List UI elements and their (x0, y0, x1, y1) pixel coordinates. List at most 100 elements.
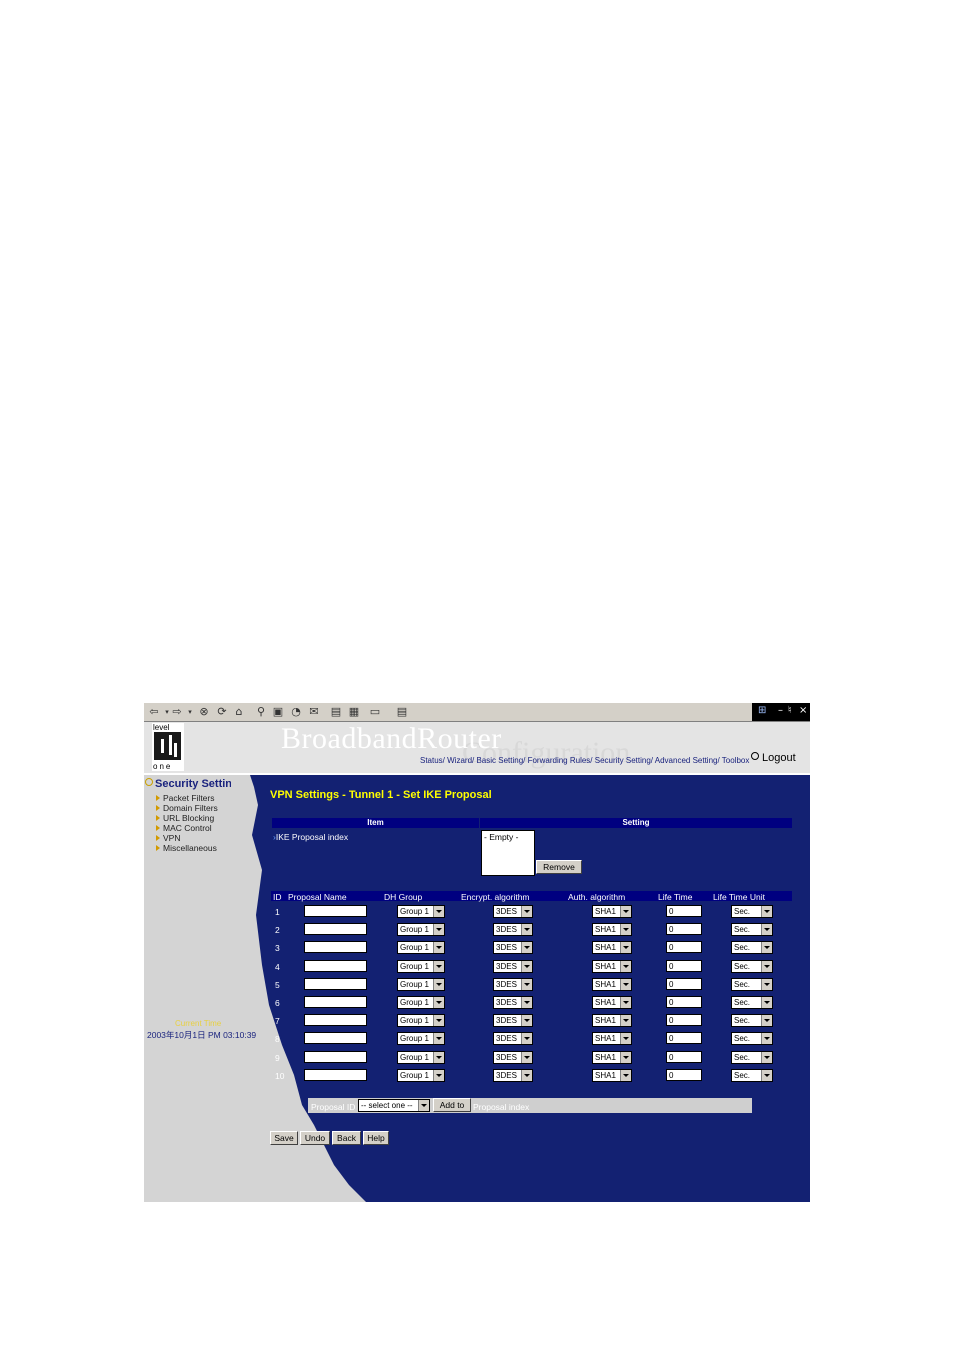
chevron-down-icon[interactable] (620, 1033, 631, 1045)
messenger-icon[interactable]: ▤ (396, 706, 408, 718)
chevron-down-icon[interactable] (433, 997, 444, 1008)
life-time-unit-select[interactable]: Sec. (731, 1050, 773, 1064)
chevron-down-icon[interactable] (620, 960, 631, 972)
life-time-input[interactable]: 0 (666, 941, 702, 954)
life-time-input[interactable]: 0 (666, 923, 702, 936)
sidebar-item-miscellaneous[interactable]: Miscellaneous (156, 843, 217, 853)
chevron-down-icon[interactable] (521, 924, 532, 936)
life-time-input[interactable]: 0 (666, 1032, 702, 1045)
chevron-down-icon[interactable] (620, 1069, 631, 1081)
minimize-button[interactable]: – (778, 705, 783, 716)
chevron-down-icon[interactable] (620, 1015, 631, 1027)
list-item[interactable]: - Empty - (482, 831, 534, 843)
chevron-down-icon[interactable] (620, 942, 631, 954)
dh-group-select[interactable]: Group 1 (397, 1014, 445, 1028)
life-time-input[interactable]: 0 (666, 905, 702, 917)
auth-algorithm-select[interactable]: SHA1 (592, 1032, 632, 1046)
encrypt-algorithm-select[interactable]: 3DES (493, 977, 533, 991)
life-time-unit-select[interactable]: Sec. (731, 996, 773, 1009)
chevron-down-icon[interactable] (418, 1100, 429, 1111)
proposal-name-input[interactable] (304, 905, 367, 917)
chevron-down-icon[interactable] (620, 906, 631, 917)
encrypt-algorithm-select[interactable]: 3DES (493, 959, 533, 973)
chevron-down-icon[interactable] (620, 997, 631, 1008)
chevron-down-icon[interactable] (433, 1069, 444, 1081)
chevron-down-icon[interactable] (433, 906, 444, 917)
life-time-input[interactable]: 0 (666, 996, 702, 1008)
dh-group-select[interactable]: Group 1 (397, 977, 445, 991)
life-time-unit-select[interactable]: Sec. (731, 1032, 773, 1046)
chevron-down-icon[interactable] (433, 924, 444, 936)
auth-algorithm-select[interactable]: SHA1 (592, 941, 632, 955)
remove-button[interactable]: Remove (536, 860, 582, 874)
chevron-down-icon[interactable] (761, 1033, 772, 1045)
proposal-name-input[interactable] (304, 959, 367, 972)
home-icon[interactable]: ⌂ (233, 706, 245, 718)
chevron-down-icon[interactable] (521, 906, 532, 917)
chevron-down-icon[interactable] (761, 960, 772, 972)
favorites-icon[interactable]: ▣ (272, 706, 284, 718)
proposal-name-input[interactable] (304, 1014, 367, 1027)
auth-algorithm-select[interactable]: SHA1 (592, 996, 632, 1009)
chevron-down-icon[interactable] (521, 1015, 532, 1027)
encrypt-algorithm-select[interactable]: 3DES (493, 1068, 533, 1082)
encrypt-algorithm-select[interactable]: 3DES (493, 1032, 533, 1046)
sidebar-item-mac-control[interactable]: MAC Control (156, 823, 212, 833)
history-icon[interactable]: ◔ (290, 706, 302, 718)
stop-icon[interactable]: ⊗ (198, 706, 210, 718)
auth-algorithm-select[interactable]: SHA1 (592, 905, 632, 918)
sidebar-item-packet-filters[interactable]: Packet Filters (156, 793, 215, 803)
dh-group-select[interactable]: Group 1 (397, 905, 445, 918)
chevron-down-icon[interactable] (521, 1033, 532, 1045)
proposal-name-input[interactable] (304, 1068, 367, 1081)
chevron-down-icon[interactable] (521, 942, 532, 954)
proposal-name-input[interactable] (304, 996, 367, 1008)
dh-group-select[interactable]: Group 1 (397, 996, 445, 1009)
chevron-down-icon[interactable] (620, 1051, 631, 1063)
life-time-input[interactable]: 0 (666, 1014, 702, 1027)
chevron-down-icon[interactable] (433, 960, 444, 972)
dh-group-select[interactable]: Group 1 (397, 1068, 445, 1082)
top-navigation[interactable]: Status/ Wizard/ Basic Setting/ Forwardin… (420, 756, 749, 765)
life-time-unit-select[interactable]: Sec. (731, 941, 773, 955)
edit-icon[interactable]: ▦ (348, 706, 360, 718)
sidebar-item-vpn[interactable]: VPN (156, 833, 180, 843)
chevron-down-icon[interactable] (620, 924, 631, 936)
print-icon[interactable]: ▤ (330, 706, 342, 718)
back-button[interactable]: Back (332, 1131, 361, 1145)
chevron-down-icon[interactable]: ▾ (184, 706, 196, 718)
chevron-down-icon[interactable] (433, 1051, 444, 1063)
chevron-down-icon[interactable] (521, 1069, 532, 1081)
life-time-unit-select[interactable]: Sec. (731, 959, 773, 973)
auth-algorithm-select[interactable]: SHA1 (592, 977, 632, 991)
help-button[interactable]: Help (363, 1131, 389, 1145)
encrypt-algorithm-select[interactable]: 3DES (493, 1050, 533, 1064)
add-to-button[interactable]: Add to (433, 1098, 471, 1112)
dh-group-select[interactable]: Group 1 (397, 923, 445, 937)
restore-button[interactable]: ♮ (788, 705, 792, 716)
dh-group-select[interactable]: Group 1 (397, 941, 445, 955)
life-time-input[interactable]: 0 (666, 1068, 702, 1081)
chevron-down-icon[interactable] (761, 1015, 772, 1027)
logout-link[interactable]: Logout (751, 752, 796, 764)
sidebar-item-url-blocking[interactable]: URL Blocking (156, 813, 214, 823)
chevron-down-icon[interactable] (521, 960, 532, 972)
encrypt-algorithm-select[interactable]: 3DES (493, 905, 533, 918)
encrypt-algorithm-select[interactable]: 3DES (493, 996, 533, 1009)
chevron-down-icon[interactable] (521, 1051, 532, 1063)
chevron-down-icon[interactable] (761, 942, 772, 954)
proposal-name-input[interactable] (304, 977, 367, 990)
back-icon[interactable]: ⇦ (148, 706, 160, 718)
ike-proposal-index-list[interactable]: - Empty - (481, 830, 535, 876)
forward-icon[interactable]: ⇨ (171, 706, 183, 718)
auth-algorithm-select[interactable]: SHA1 (592, 923, 632, 937)
mail-icon[interactable]: ✉ (308, 706, 320, 718)
encrypt-algorithm-select[interactable]: 3DES (493, 941, 533, 955)
life-time-input[interactable]: 0 (666, 1050, 702, 1063)
dh-group-select[interactable]: Group 1 (397, 1050, 445, 1064)
chevron-down-icon[interactable] (433, 942, 444, 954)
auth-algorithm-select[interactable]: SHA1 (592, 1050, 632, 1064)
proposal-name-input[interactable] (304, 1050, 367, 1063)
auth-algorithm-select[interactable]: SHA1 (592, 1014, 632, 1028)
discuss-icon[interactable]: ▭ (369, 706, 381, 718)
